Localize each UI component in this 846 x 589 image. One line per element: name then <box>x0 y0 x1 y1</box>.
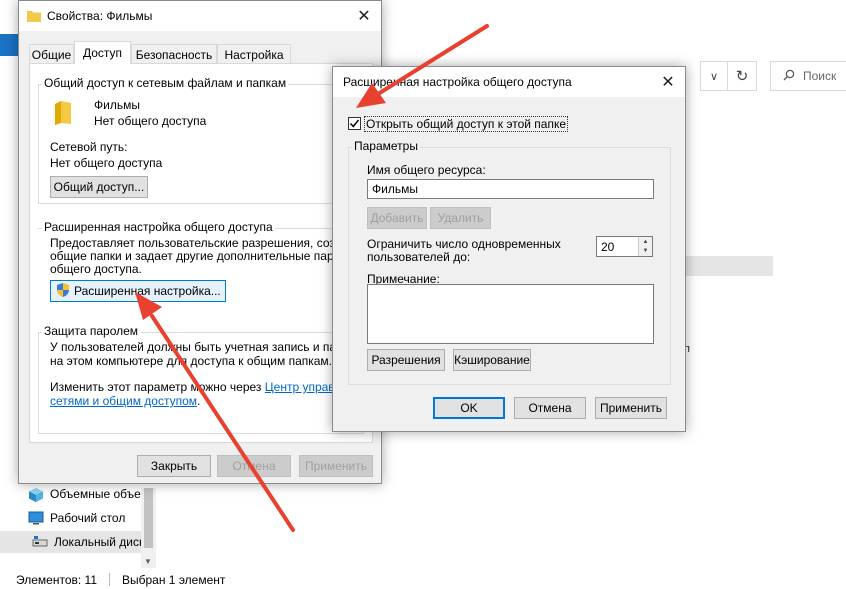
sidebar-item-desktop[interactable]: Рабочий стол <box>28 507 152 529</box>
limit-label-line-1: Ограничить число одновременных <box>367 237 561 251</box>
3d-objects-icon <box>28 487 44 502</box>
network-path-value: Нет общего доступа <box>50 156 163 170</box>
network-center-link-cont[interactable]: сетями и общим доступом <box>50 394 197 408</box>
advanced-desc-line-2: общие папки и задает другие дополнительн… <box>50 249 350 263</box>
password-desc-line-1: У пользователей должны быть учетная запи… <box>50 340 358 354</box>
status-bar: Элементов: 11 Выбран 1 элемент <box>0 570 846 589</box>
network-path-label: Сетевой путь: <box>50 140 128 154</box>
advanced-desc-line-3: общего доступа. <box>50 262 142 276</box>
password-link-line-2: сетями и общим доступом. <box>50 394 200 408</box>
share-button[interactable]: Общий доступ... <box>50 176 148 198</box>
status-selected: Выбран 1 элемент <box>122 572 226 587</box>
scroll-down-arrow-icon[interactable]: ▼ <box>144 557 152 566</box>
remove-button[interactable]: Удалить <box>430 207 491 229</box>
apply-button[interactable]: Применить <box>595 397 667 419</box>
advanced-titlebar[interactable]: Расширенная настройка общего доступа ✕ <box>333 67 685 97</box>
cancel-button[interactable]: Отмена <box>217 455 291 477</box>
password-change-text: Изменить этот параметр можно через <box>50 380 262 394</box>
password-change-line: Изменить этот параметр можно через Центр… <box>50 380 360 394</box>
limit-label-line-2: пользователей до: <box>367 250 471 264</box>
share-name-field[interactable]: Фильмы <box>367 179 654 199</box>
params-legend: Параметры <box>352 139 420 153</box>
advanced-title: Расширенная настройка общего доступа <box>343 75 572 89</box>
apply-button[interactable]: Применить <box>299 455 373 477</box>
tab-security[interactable]: Безопасность <box>131 44 217 64</box>
folder-title-icon <box>27 10 41 25</box>
advanced-sharing-dialog: Расширенная настройка общего доступа ✕ О… <box>332 66 686 432</box>
file-list-selected-row[interactable] <box>685 256 773 276</box>
sharing-tab-panel: Общий доступ к сетевым файлам и папкам Ф… <box>29 63 373 443</box>
search-icon <box>783 69 795 84</box>
tab-sharing[interactable]: Доступ <box>74 41 131 64</box>
user-limit-value: 20 <box>601 240 615 254</box>
comment-field[interactable] <box>367 284 654 344</box>
user-limit-stepper[interactable]: 20 ▲ ▼ <box>596 236 653 257</box>
close-icon[interactable]: ✕ <box>651 67 685 97</box>
network-group-legend: Общий доступ к сетевым файлам и папкам <box>42 76 289 90</box>
caching-button[interactable]: Кэширование <box>453 349 531 371</box>
search-placeholder: Поиск <box>803 69 837 83</box>
checkmark-icon <box>349 119 360 128</box>
uac-shield-icon <box>55 282 71 301</box>
sidebar-item-label: Рабочий стол <box>50 511 126 525</box>
local-disk-icon <box>32 535 48 549</box>
status-separator <box>109 573 110 586</box>
sidebar-item-label: Локальный диск <box>54 535 141 549</box>
folder-icon <box>54 100 72 129</box>
properties-title: Свойства: Фильмы <box>47 9 153 23</box>
sidebar-scrollbar[interactable]: ▼ <box>141 488 156 568</box>
address-dropdown-chevron-icon[interactable]: ∨ <box>700 61 727 91</box>
password-group-legend: Защита паролем <box>42 324 141 338</box>
explorer-ribbon-tab[interactable] <box>0 34 20 56</box>
ok-button[interactable]: OK <box>433 397 505 419</box>
advanced-sharing-button-label: Расширенная настройка... <box>74 284 221 298</box>
cancel-button[interactable]: Отмена <box>514 397 586 419</box>
sidebar-item-3d-objects[interactable]: Объемные объекты <box>28 483 152 505</box>
close-icon[interactable]: ✕ <box>347 1 381 31</box>
properties-titlebar[interactable]: Свойства: Фильмы ✕ <box>19 1 381 31</box>
scrollbar-thumb[interactable] <box>144 488 153 548</box>
sidebar-item-local-disk[interactable]: Локальный диск <box>0 531 141 553</box>
advanced-sharing-button[interactable]: Расширенная настройка... <box>50 280 226 302</box>
desktop-icon <box>28 511 44 525</box>
permissions-button[interactable]: Разрешения <box>367 349 445 371</box>
tab-general[interactable]: Общие <box>29 44 74 64</box>
link-period: . <box>197 394 201 408</box>
folder-name: Фильмы <box>94 98 140 112</box>
status-item-count: Элементов: 11 <box>16 572 97 587</box>
advanced-group-legend: Расширенная настройка общего доступа <box>42 220 275 234</box>
add-button[interactable]: Добавить <box>367 207 427 229</box>
sidebar-item-label: Объемные объекты <box>50 487 152 501</box>
refresh-button[interactable]: ↻ <box>727 61 757 91</box>
share-name-label: Имя общего ресурса: <box>367 163 486 177</box>
tab-customize[interactable]: Настройка <box>217 44 291 64</box>
search-box[interactable]: Поиск <box>770 61 846 91</box>
share-folder-checkbox[interactable] <box>348 117 361 130</box>
share-folder-label[interactable]: Открыть общий доступ к этой папке <box>363 116 569 132</box>
password-desc-line-2: на этом компьютере для доступа к общим п… <box>50 354 333 368</box>
folder-share-status: Нет общего доступа <box>94 114 207 128</box>
close-button[interactable]: Закрыть <box>137 455 211 477</box>
spin-down-icon[interactable]: ▼ <box>638 246 652 256</box>
properties-dialog: Свойства: Фильмы ✕ Общие Доступ Безопасн… <box>18 0 382 484</box>
advanced-desc-line-1: Предоставляет пользовательские разрешени… <box>50 236 350 250</box>
